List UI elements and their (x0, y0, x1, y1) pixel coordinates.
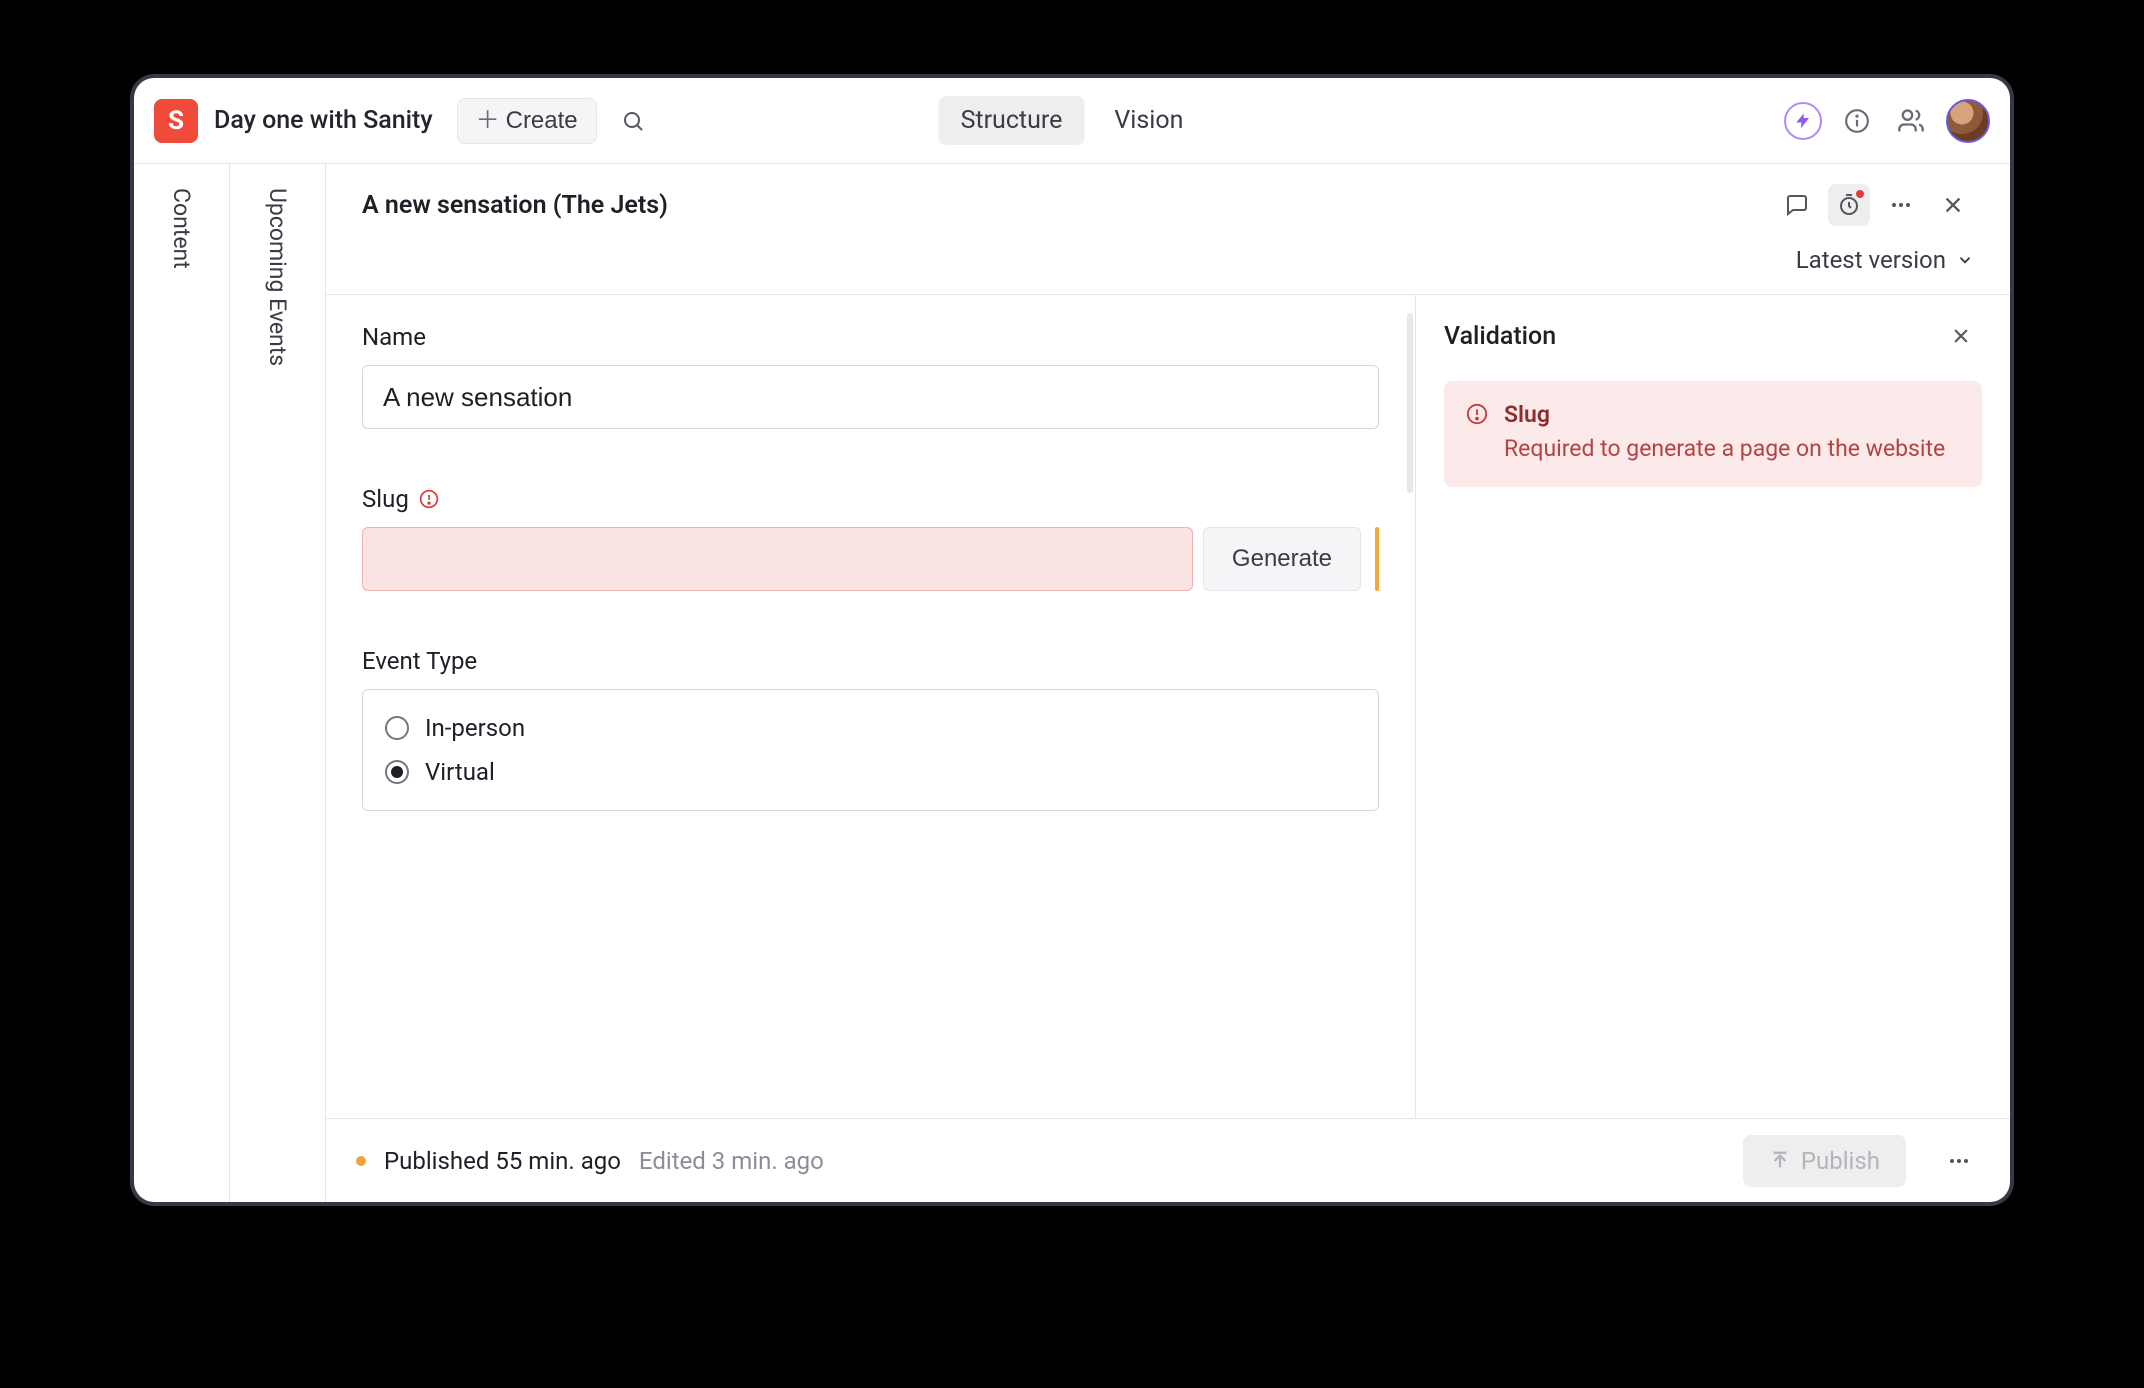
timer-icon (1837, 193, 1861, 217)
avatar[interactable] (1946, 99, 1990, 143)
close-pane-button[interactable] (1932, 184, 1974, 226)
dots-icon (1947, 1149, 1971, 1173)
comment-icon (1785, 193, 1809, 217)
tab-vision[interactable]: Vision (1092, 96, 1205, 145)
rail-content-label: Content (168, 188, 195, 269)
dots-icon (1889, 193, 1913, 217)
close-icon (1951, 326, 1971, 346)
published-text: Published 55 min. ago (384, 1147, 621, 1175)
info-icon (1844, 108, 1870, 134)
users-icon (1897, 107, 1925, 135)
search-icon (621, 109, 645, 133)
create-button[interactable]: ＋ Create (457, 98, 597, 144)
event-type-group: In-person Virtual (362, 689, 1379, 811)
document-body: Name Slug Generate (326, 295, 2010, 1118)
change-indicator (1375, 527, 1379, 591)
event-type-label: Event Type (362, 647, 1379, 675)
upload-icon (1769, 1150, 1791, 1172)
status-dot-icon (356, 1156, 366, 1166)
rail-upcoming-label: Upcoming Events (264, 188, 291, 366)
workspace-tabs: Structure Vision (939, 96, 1206, 145)
slug-label: Slug (362, 485, 409, 513)
document-title: A new sensation (The Jets) (362, 191, 668, 220)
body: Content Upcoming Events A new sensation … (134, 164, 2010, 1202)
radio-icon (385, 760, 409, 784)
validation-field-name: Slug (1504, 401, 1945, 428)
generate-button[interactable]: Generate (1203, 527, 1361, 591)
tab-structure[interactable]: Structure (939, 96, 1085, 145)
rail-upcoming-events[interactable]: Upcoming Events (230, 164, 326, 1202)
form-column: Name Slug Generate (326, 295, 1416, 1118)
search-button[interactable] (611, 99, 655, 143)
radio-icon (385, 716, 409, 740)
publish-label: Publish (1801, 1147, 1880, 1175)
field-slug: Slug Generate (362, 485, 1379, 591)
info-button[interactable] (1838, 102, 1876, 140)
slug-input[interactable] (362, 527, 1193, 591)
version-label: Latest version (1796, 246, 1946, 274)
publish-button[interactable]: Publish (1743, 1135, 1906, 1187)
footer-menu-button[interactable] (1938, 1140, 1980, 1182)
version-select[interactable]: Latest version (1796, 246, 1974, 274)
chevron-down-icon (1956, 251, 1974, 269)
bolt-button[interactable] (1784, 102, 1822, 140)
bolt-icon (1794, 112, 1812, 130)
close-icon (1942, 194, 1964, 216)
app-title: Day one with Sanity (214, 106, 433, 135)
validation-item[interactable]: Slug Required to generate a page on the … (1444, 381, 1982, 487)
validation-message: Required to generate a page on the websi… (1504, 432, 1945, 467)
field-name: Name (362, 323, 1379, 429)
radio-virtual-label: Virtual (425, 758, 495, 786)
radio-in-person-label: In-person (425, 714, 525, 742)
document-footer: Published 55 min. ago Edited 3 min. ago … (326, 1118, 2010, 1202)
error-icon (1466, 403, 1488, 467)
review-changes-button[interactable] (1828, 184, 1870, 226)
name-input[interactable] (362, 365, 1379, 429)
plus-icon: ＋ (476, 109, 500, 133)
validation-panel: Validation Slug Required to generate a p… (1416, 295, 2010, 1118)
app-window: S Day one with Sanity ＋ Create Structure… (134, 78, 2010, 1202)
rail-content[interactable]: Content (134, 164, 230, 1202)
logo: S (154, 99, 198, 143)
document-menu-button[interactable] (1880, 184, 1922, 226)
document-actions (1776, 184, 1974, 226)
field-event-type: Event Type In-person Virtual (362, 647, 1379, 811)
warning-icon (419, 489, 439, 509)
top-bar: S Day one with Sanity ＋ Create Structure… (134, 78, 2010, 164)
edited-text: Edited 3 min. ago (639, 1147, 824, 1175)
validation-heading: Validation (1444, 322, 1556, 351)
document-pane: A new sensation (The Jets) (326, 164, 2010, 1202)
comments-button[interactable] (1776, 184, 1818, 226)
close-validation-button[interactable] (1940, 315, 1982, 357)
radio-in-person[interactable]: In-person (385, 706, 1356, 750)
presence-button[interactable] (1892, 102, 1930, 140)
header-right (1784, 99, 1990, 143)
document-header: A new sensation (The Jets) (326, 164, 2010, 295)
name-label: Name (362, 323, 1379, 351)
scrollbar[interactable] (1407, 313, 1413, 493)
create-label: Create (506, 107, 578, 135)
radio-virtual[interactable]: Virtual (385, 750, 1356, 794)
